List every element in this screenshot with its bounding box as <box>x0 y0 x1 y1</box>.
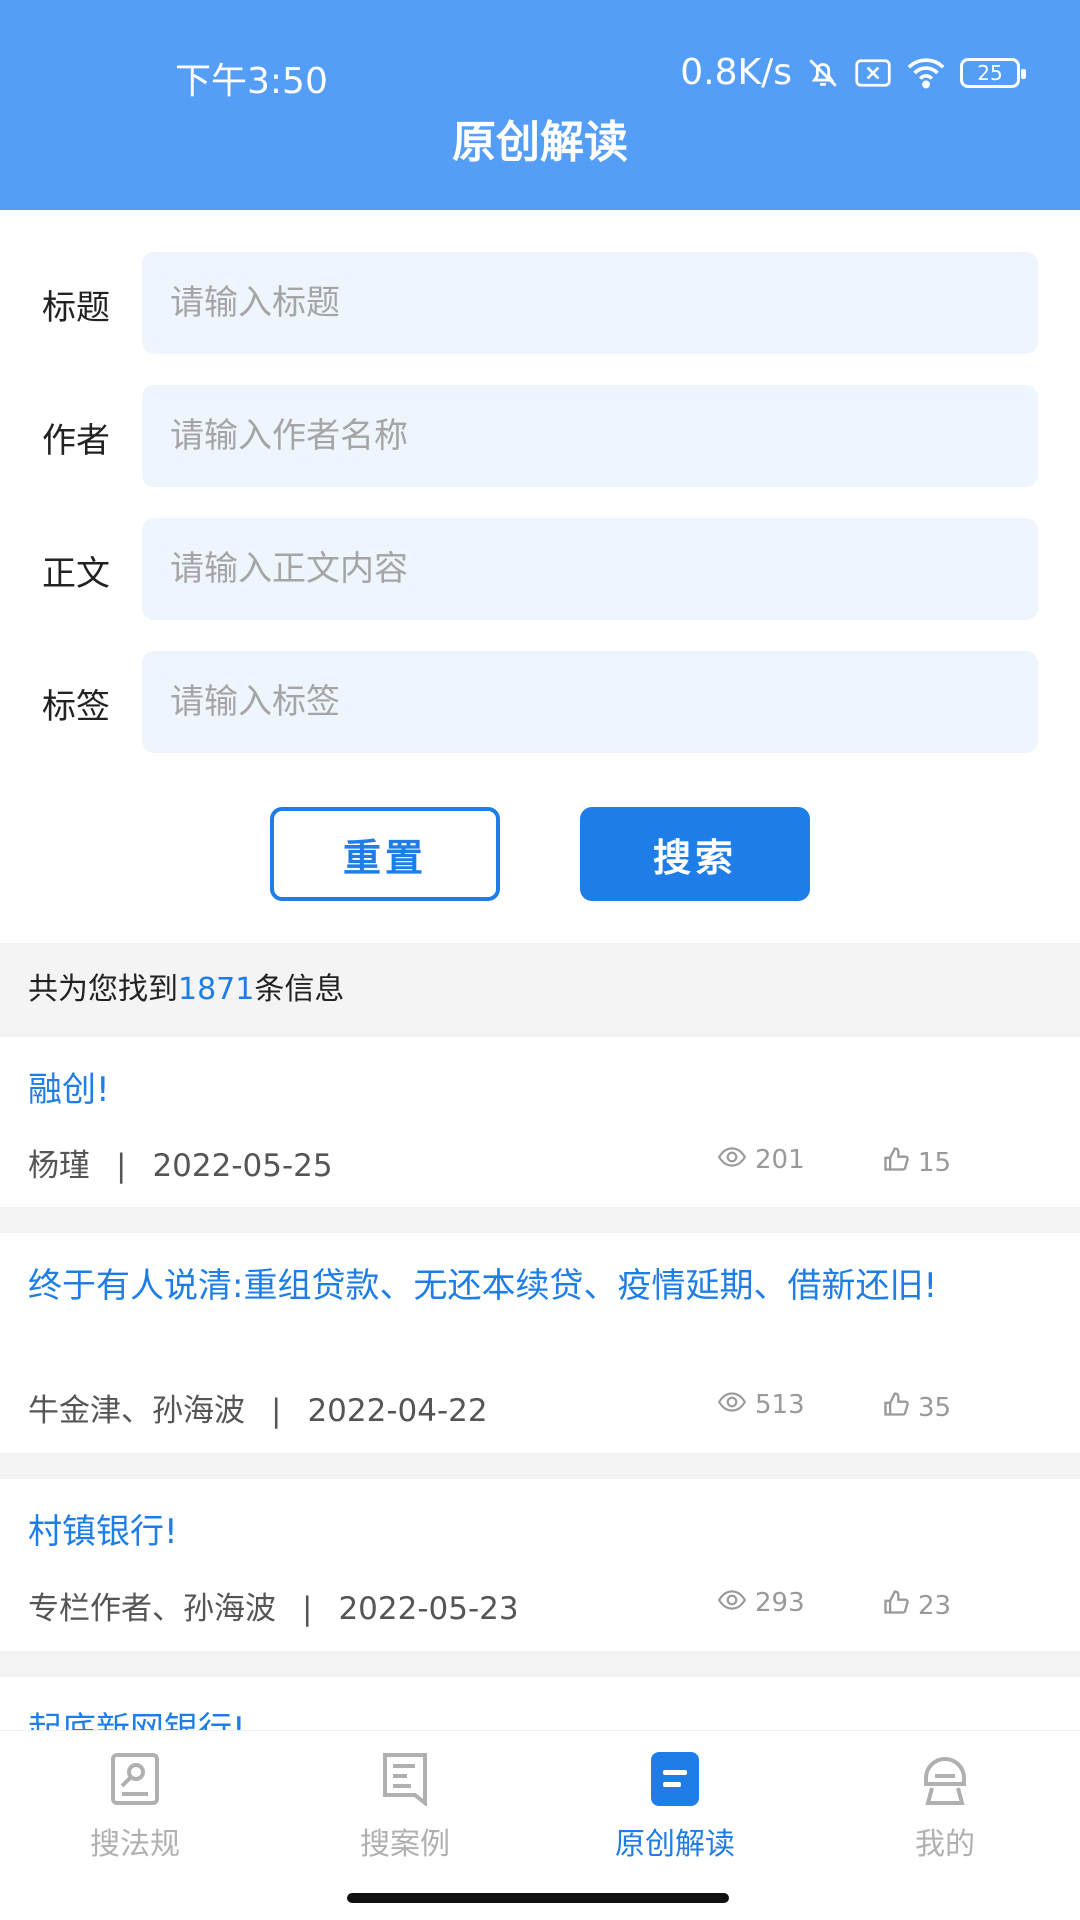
tab-label: 搜案例 <box>360 1827 450 1862</box>
tab-law-search[interactable]: 搜法规 <box>0 1731 270 1871</box>
tag-input[interactable] <box>142 651 1038 753</box>
like-count-value: 35 <box>918 1392 952 1423</box>
article-list[interactable]: 融创! 杨瑾 | 2022-05-25 201 15 终于有人说清:重组贷款、无还本… <box>0 1037 1080 1730</box>
list-divider <box>0 1651 1080 1677</box>
list-divider <box>0 1453 1080 1479</box>
article-title[interactable]: 融创! <box>28 1065 1008 1115</box>
list-item[interactable]: 起底新网银行! <box>0 1677 1080 1730</box>
bottom-tab-bar: 搜法规 搜案例 原创解读 我的 <box>0 1730 1080 1920</box>
result-count-bar: 共为您找到1871条信息 <box>0 943 1080 1037</box>
status-bar-right: 0.8K/s 25 <box>680 52 1026 93</box>
form-row-author: 作者 <box>0 385 1080 487</box>
like-count[interactable]: 23 <box>882 1588 951 1623</box>
like-count[interactable]: 15 <box>882 1145 951 1180</box>
thumbs-up-icon <box>882 1390 910 1425</box>
list-divider <box>0 1207 1080 1233</box>
view-count: 513 <box>717 1390 805 1420</box>
article-title[interactable]: 村镇银行! <box>28 1507 1008 1557</box>
result-suffix: 条信息 <box>254 972 345 1007</box>
app-header: 下午3:50 0.8K/s 25 原创解读 <box>0 0 1080 210</box>
form-row-body: 正文 <box>0 518 1080 620</box>
page-title: 原创解读 <box>452 117 628 168</box>
status-time: 下午3:50 <box>175 61 328 102</box>
title-input[interactable] <box>142 252 1038 354</box>
article-title[interactable]: 起底新网银行! <box>28 1705 1008 1730</box>
thumbs-up-icon <box>882 1145 910 1180</box>
like-count-value: 23 <box>918 1590 952 1621</box>
author-input[interactable] <box>142 385 1038 487</box>
tab-label: 原创解读 <box>615 1827 735 1862</box>
profile-icon <box>917 1751 973 1807</box>
list-item[interactable]: 终于有人说清:重组贷款、无还本续贷、疫情延期、借新还旧! 牛金津、孙海波 | 202… <box>0 1233 1080 1453</box>
view-count-value: 293 <box>755 1588 805 1618</box>
body-input[interactable] <box>142 518 1038 620</box>
battery-icon: 25 <box>960 57 1026 88</box>
list-item[interactable]: 融创! 杨瑾 | 2022-05-25 201 15 <box>0 1037 1080 1207</box>
article-meta: 牛金津、孙海波 | 2022-04-22 <box>28 1385 488 1430</box>
article-meta: 专栏作者、孙海波 | 2022-05-23 <box>28 1583 519 1628</box>
meta-separator: | <box>302 1591 313 1627</box>
form-row-tag: 标签 <box>0 651 1080 753</box>
law-search-icon <box>107 1751 163 1807</box>
no-sim-icon <box>854 57 892 89</box>
title-label: 标题 <box>42 288 110 328</box>
result-count: 1871 <box>178 972 255 1007</box>
article-author: 杨瑾 <box>28 1148 90 1184</box>
meta-separator: | <box>271 1393 282 1429</box>
eye-icon <box>717 1390 747 1420</box>
article-meta: 杨瑾 | 2022-05-25 <box>28 1140 333 1185</box>
article-author: 牛金津、孙海波 <box>28 1393 245 1429</box>
thumbs-up-icon <box>882 1588 910 1623</box>
article-date: 2022-05-25 <box>152 1148 333 1184</box>
result-prefix: 共为您找到 <box>28 972 178 1007</box>
tab-label: 搜法规 <box>90 1827 180 1862</box>
author-label: 作者 <box>42 421 110 461</box>
like-count[interactable]: 35 <box>882 1390 951 1425</box>
reset-button[interactable]: 重置 <box>270 807 500 901</box>
case-search-icon <box>377 1751 433 1807</box>
form-row-title: 标题 <box>0 252 1080 354</box>
tab-case-search[interactable]: 搜案例 <box>270 1731 540 1871</box>
eye-icon <box>717 1588 747 1618</box>
view-count: 201 <box>717 1145 805 1175</box>
network-speed: 0.8K/s <box>680 52 792 93</box>
bell-muted-icon <box>806 56 840 90</box>
view-count-value: 201 <box>755 1145 805 1175</box>
tab-original-reading[interactable]: 原创解读 <box>540 1731 810 1871</box>
article-date: 2022-04-22 <box>307 1393 488 1429</box>
list-item[interactable]: 村镇银行! 专栏作者、孙海波 | 2022-05-23 293 23 <box>0 1479 1080 1651</box>
original-reading-icon <box>647 1751 703 1807</box>
view-count: 293 <box>717 1588 805 1618</box>
tab-label: 我的 <box>915 1827 975 1862</box>
meta-separator: | <box>116 1148 127 1184</box>
view-count-value: 513 <box>755 1390 805 1420</box>
article-author: 专栏作者、孙海波 <box>28 1591 276 1627</box>
home-indicator[interactable] <box>347 1893 729 1903</box>
article-date: 2022-05-23 <box>338 1591 519 1627</box>
search-button[interactable]: 搜索 <box>580 807 810 901</box>
body-label: 正文 <box>42 554 110 594</box>
like-count-value: 15 <box>918 1147 952 1178</box>
eye-icon <box>717 1145 747 1175</box>
wifi-icon <box>906 57 946 89</box>
tag-label: 标签 <box>42 687 110 727</box>
tab-profile[interactable]: 我的 <box>810 1731 1080 1871</box>
article-title[interactable]: 终于有人说清:重组贷款、无还本续贷、疫情延期、借新还旧! <box>28 1261 1008 1311</box>
